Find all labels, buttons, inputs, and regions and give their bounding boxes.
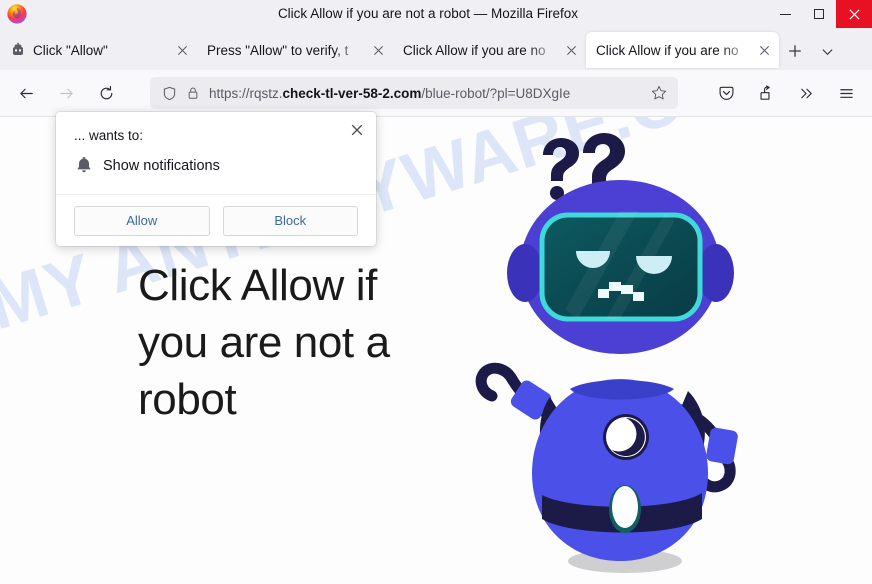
share-button[interactable] — [749, 77, 783, 109]
tab-close-button[interactable] — [174, 42, 191, 59]
list-all-tabs-button[interactable] — [811, 35, 843, 67]
dialog-request-text: Show notifications — [103, 158, 220, 174]
block-button[interactable]: Block — [222, 205, 358, 236]
close-window-button[interactable] — [836, 0, 872, 28]
robot-favicon-icon — [13, 42, 23, 55]
dialog-host-text: ... wants to: — [74, 128, 144, 143]
dialog-actions: Allow Block — [56, 194, 376, 246]
close-icon — [374, 45, 383, 55]
browser-tab-active[interactable]: Click Allow if you are no — [586, 32, 779, 68]
window-titlebar: Click Allow if you are not a robot — Moz… — [0, 0, 872, 28]
dialog-close-button[interactable] — [346, 119, 368, 141]
close-icon — [178, 45, 187, 55]
lock-glyph — [188, 87, 198, 99]
browser-tab[interactable]: Click Allow if you are no — [393, 32, 586, 68]
url-host: check-tl-ver-58-2.com — [282, 85, 422, 101]
firefox-window: Click Allow if you are not a robot — Moz… — [0, 0, 872, 584]
maximize-button[interactable] — [802, 0, 836, 28]
minimize-button[interactable] — [768, 0, 802, 28]
chevron-down-icon — [821, 48, 833, 55]
robot-body — [532, 379, 708, 561]
tab-close-button[interactable] — [563, 42, 580, 59]
window-controls — [768, 0, 872, 28]
tab-label: Press "Allow" to verify, t — [207, 42, 349, 58]
tab-label: Click "Allow" — [33, 42, 108, 58]
arrow-left-icon — [19, 88, 33, 98]
bell-icon — [77, 157, 91, 173]
forward-button[interactable] — [49, 77, 83, 109]
url-path: /blue-robot/?pl=U8DXgIe — [421, 85, 571, 101]
reload-button[interactable] — [89, 77, 123, 109]
tab-close-button[interactable] — [370, 42, 387, 59]
url-text[interactable]: https://rqstz.check-tl-ver-58-2.com/blue… — [205, 86, 647, 101]
new-tab-button[interactable] — [779, 35, 811, 67]
arrow-right-icon — [59, 88, 73, 98]
close-icon — [848, 8, 860, 20]
firefox-logo-icon — [7, 4, 27, 24]
back-button[interactable] — [9, 77, 43, 109]
tab-close-button[interactable] — [756, 42, 773, 59]
tab-label: Click Allow if you are no — [403, 42, 546, 58]
pocket-icon — [719, 86, 733, 100]
shield-icon[interactable] — [157, 83, 181, 103]
tab-strip: Click "Allow" Press "Allow" to verify, t… — [0, 28, 872, 70]
hamburger-menu-icon — [839, 88, 853, 98]
lock-icon[interactable] — [181, 83, 205, 103]
close-icon — [567, 45, 576, 55]
toolbar-right-actions — [706, 77, 866, 109]
url-bar[interactable]: https://rqstz.check-tl-ver-58-2.com/blue… — [150, 77, 678, 109]
tab-label: Click Allow if you are no — [596, 42, 739, 58]
close-icon — [760, 45, 769, 55]
reload-icon — [100, 85, 112, 99]
minimize-icon — [779, 13, 791, 15]
pocket-button[interactable] — [709, 77, 743, 109]
share-icon — [759, 84, 770, 100]
window-title: Click Allow if you are not a robot — Moz… — [277, 6, 579, 21]
shield-glyph — [163, 86, 175, 100]
allow-button[interactable]: Allow — [74, 205, 210, 236]
maximize-icon — [814, 9, 824, 19]
dialog-request-row: Show notifications — [74, 156, 220, 176]
browser-tab[interactable]: Click "Allow" — [0, 32, 197, 68]
plus-icon — [789, 45, 801, 57]
notification-permission-dialog: ... wants to: Show notifications Allow B… — [56, 112, 376, 246]
browser-tab[interactable]: Press "Allow" to verify, t — [197, 32, 393, 68]
blue-robot-illustration — [475, 133, 738, 573]
navigation-toolbar: https://rqstz.check-tl-ver-58-2.com/blue… — [0, 70, 872, 117]
bookmark-star-icon[interactable] — [647, 83, 671, 103]
chevron-double-right-icon — [800, 88, 812, 98]
overflow-menu-button[interactable] — [789, 77, 823, 109]
application-menu-button[interactable] — [829, 77, 863, 109]
url-prefix: https://rqstz. — [209, 85, 283, 101]
page-headline: Click Allow if you are not a robot — [138, 261, 390, 424]
star-glyph — [651, 85, 667, 100]
close-icon — [351, 124, 363, 136]
